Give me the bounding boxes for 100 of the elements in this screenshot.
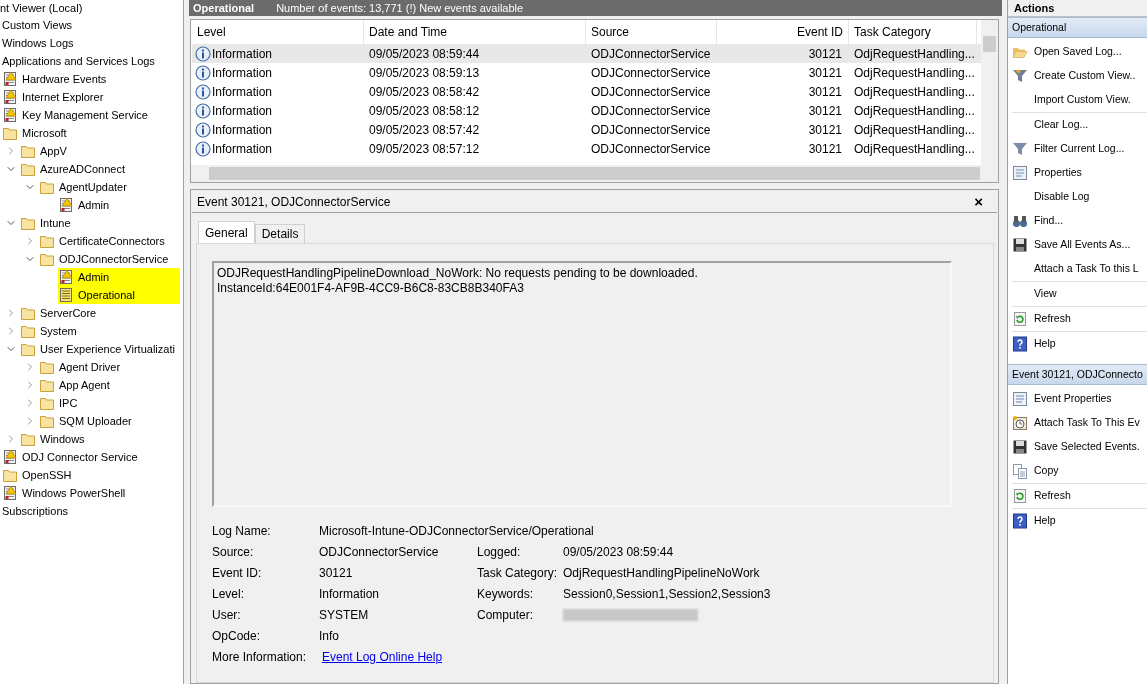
action-item[interactable]: Clear Log... — [1012, 113, 1147, 137]
tree-item[interactable]: OpenSSH — [2, 466, 72, 484]
tree-item[interactable]: Applications and Services Logs — [2, 52, 155, 70]
tree-item[interactable]: CertificateConnectors — [39, 232, 165, 250]
tree-item[interactable]: Windows — [20, 430, 85, 448]
tree-item[interactable]: Admin — [58, 268, 180, 286]
help-link[interactable]: Event Log Online Help — [322, 647, 443, 666]
horizontal-scrollbar[interactable] — [191, 165, 998, 182]
action-item[interactable]: Find... — [1012, 209, 1147, 233]
tree-item[interactable]: SQM Uploader — [39, 412, 132, 430]
tab[interactable]: Details — [254, 224, 306, 243]
field-value: OdjRequestHandlingPipelineNoWork — [563, 564, 760, 582]
properties-icon — [1012, 391, 1028, 407]
table-row[interactable]: Information 09/05/2023 08:59:13 ODJConnectorService 30121 OdjRequestHandling... — [192, 63, 981, 82]
table-cell-text: ODJConnectorService — [591, 64, 711, 82]
action-item[interactable]: Open Saved Log... — [1012, 40, 1147, 64]
folder-icon — [2, 467, 18, 483]
action-item[interactable]: Attach a Task To this L — [1012, 257, 1147, 281]
tree-item[interactable]: Windows PowerShell — [2, 484, 126, 502]
folder-icon — [39, 395, 55, 411]
action-item[interactable]: Create Custom View.. — [1012, 64, 1147, 88]
tree-item[interactable]: Key Management Service — [2, 106, 148, 124]
action-item[interactable]: Copy — [1012, 459, 1147, 483]
action-item[interactable]: Filter Current Log... — [1012, 137, 1147, 161]
section-header[interactable]: Operational — [1008, 17, 1147, 38]
table-cell-text: 09/05/2023 08:57:42 — [369, 121, 480, 139]
field-label: Logged: — [477, 543, 522, 561]
section-header[interactable]: Event 30121, ODJConnecto — [1008, 364, 1147, 385]
tree-item[interactable]: System — [20, 322, 77, 340]
action-item[interactable]: View — [1012, 282, 1147, 306]
tree-item[interactable]: Microsoft — [2, 124, 67, 142]
info-icon — [195, 83, 211, 100]
folder-icon — [39, 413, 55, 429]
table-row[interactable]: Information 09/05/2023 08:59:44 ODJConnectorService 30121 OdjRequestHandling... — [192, 44, 981, 63]
tree-item[interactable]: IPC — [39, 394, 78, 412]
tree-item[interactable]: Agent Driver — [39, 358, 121, 376]
tree-item[interactable]: Hardware Events — [2, 70, 107, 88]
properties-icon — [1012, 165, 1028, 181]
close-button[interactable]: × — [974, 194, 983, 209]
tree-item[interactable]: Subscriptions — [2, 502, 69, 520]
action-item[interactable]: Disable Log — [1012, 185, 1147, 209]
action-item[interactable]: Help — [1012, 509, 1147, 533]
table-cell-text: Information — [212, 64, 273, 82]
help-icon — [1012, 336, 1028, 352]
tree-item[interactable]: Windows Logs — [2, 34, 74, 52]
table-row[interactable]: Information 09/05/2023 08:58:42 ODJConnectorService 30121 OdjRequestHandling... — [192, 82, 981, 101]
tree-item[interactable]: ODJConnectorService — [39, 250, 169, 268]
table-row[interactable]: Information 09/05/2023 08:58:12 ODJConnectorService 30121 OdjRequestHandling... — [192, 101, 981, 120]
vertical-scrollbar[interactable] — [981, 20, 998, 165]
table-cell-text: 09/05/2023 08:58:12 — [369, 102, 480, 120]
field-value: ODJConnectorService — [319, 543, 439, 561]
action-item[interactable]: Save Selected Events. — [1012, 435, 1147, 459]
action-item[interactable]: Help — [1012, 332, 1147, 356]
action-item[interactable]: Attach Task To This Ev — [1012, 411, 1147, 435]
tree-item[interactable]: Custom Views — [2, 16, 73, 34]
action-item[interactable]: Save All Events As... — [1012, 233, 1147, 257]
tree-item[interactable]: App Agent — [39, 376, 110, 394]
table-cell-text: Information — [212, 102, 273, 120]
folder-icon — [39, 359, 55, 375]
folder-icon — [20, 323, 36, 339]
tree-item[interactable]: User Experience Virtualizati — [20, 340, 175, 358]
table-row[interactable]: Information 09/05/2023 08:57:42 ODJConnectorService 30121 OdjRequestHandling... — [192, 120, 981, 139]
table-cell-text: Information — [212, 140, 273, 158]
action-item[interactable]: Refresh — [1012, 307, 1147, 331]
log-icon — [58, 287, 74, 303]
tree-item[interactable]: Operational — [58, 286, 180, 304]
tree-item[interactable]: AgentUpdater — [39, 178, 127, 196]
table-cell-text: OdjRequestHandling... — [854, 64, 975, 82]
action-item[interactable]: Properties — [1012, 161, 1147, 185]
event-count: Number of events: 13,771 (!) New events available — [276, 0, 524, 16]
info-icon — [195, 140, 211, 157]
tree-item[interactable]: ODJ Connector Service — [2, 448, 138, 466]
field-label: Source: — [212, 543, 255, 561]
tree-item[interactable]: ServerCore — [20, 304, 97, 322]
tree-item[interactable]: Internet Explorer — [2, 88, 104, 106]
tree-item[interactable]: Admin — [58, 196, 110, 214]
folder-icon — [39, 251, 55, 267]
info-icon — [195, 121, 211, 138]
log-title: Operational — [193, 0, 255, 16]
table-row[interactable]: Information 09/05/2023 08:57:12 ODJConnectorService 30121 OdjRequestHandling... — [192, 139, 981, 158]
field-value: 30121 — [319, 564, 353, 582]
message-text: InstanceId:64E001F4-AF9B-4CC9-B6C8-83CB8B340FA3 — [217, 281, 525, 296]
help-icon — [1012, 513, 1028, 529]
tree-item[interactable]: AppV — [20, 142, 67, 160]
field-value: Info — [319, 627, 339, 645]
field-label: Level: — [212, 585, 246, 603]
tree-item[interactable]: nt Viewer (Local) — [0, 0, 83, 17]
tree-item[interactable]: Intune — [20, 214, 71, 232]
refresh-icon — [1012, 488, 1028, 504]
folder-icon — [20, 431, 36, 447]
table-cell-text: Information — [212, 45, 273, 63]
log-warning-icon — [58, 197, 74, 213]
table-cell-text: 30121 — [808, 83, 842, 101]
field-label: OpCode: — [212, 627, 262, 645]
action-item[interactable]: Refresh — [1012, 484, 1147, 508]
action-item[interactable]: Import Custom View. — [1012, 88, 1147, 112]
tree-item[interactable]: AzureADConnect — [20, 160, 125, 178]
field-label: Task Category: — [477, 564, 559, 582]
action-item[interactable]: Event Properties — [1012, 387, 1147, 411]
tab[interactable]: General — [198, 221, 255, 243]
